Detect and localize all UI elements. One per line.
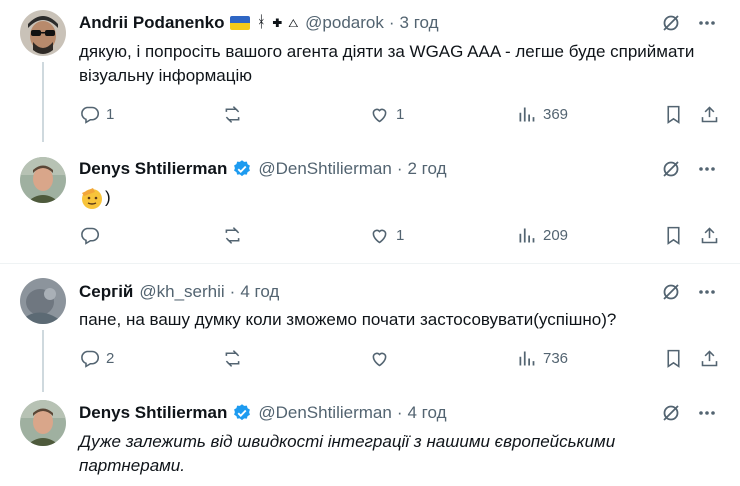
reply-icon [81, 227, 100, 245]
repost-button[interactable] [222, 348, 243, 369]
grok-icon[interactable] [660, 158, 682, 180]
bookmark-icon [667, 349, 680, 368]
tweet-header: Denys Shtilierman @DenShtilierman · 2 го… [79, 158, 447, 180]
views-button[interactable]: 736 [516, 348, 568, 369]
share-button[interactable] [699, 225, 720, 246]
timestamp[interactable]: 4 год [407, 403, 446, 423]
like-icon [372, 108, 387, 123]
like-button[interactable] [369, 348, 390, 369]
author-name[interactable]: Denys Shtilierman [79, 159, 227, 179]
bookmark-icon [667, 226, 680, 245]
author-name[interactable]: Denys Shtilierman [79, 403, 227, 423]
avatar[interactable] [20, 10, 66, 56]
tweet-actions: 1 209 [79, 225, 723, 249]
tweet-text: дякую, і попросіть вашого агента діяти з… [79, 42, 695, 85]
like-button[interactable]: 1 [369, 104, 404, 125]
author-handle[interactable]: @DenShtilierman [258, 403, 391, 423]
avatar[interactable] [20, 157, 66, 203]
reply-icon [81, 350, 100, 368]
share-button[interactable] [699, 104, 720, 125]
grok-icon[interactable] [660, 12, 682, 34]
repost-button[interactable] [222, 104, 243, 125]
views-count: 369 [543, 106, 569, 123]
tweet-top-actions [660, 402, 718, 424]
more-icon[interactable] [696, 402, 718, 424]
verified-badge-icon [234, 160, 251, 177]
timestamp[interactable]: 3 год [400, 13, 439, 33]
reply-button[interactable]: 2 [79, 348, 114, 369]
like-count: 1 [396, 106, 405, 123]
emoji-saluting-face-icon [82, 188, 102, 209]
tweet-actions: 1 1 369 [79, 104, 723, 128]
author-name[interactable]: Сергій [79, 282, 133, 302]
reply-button[interactable]: 1 [79, 104, 114, 125]
grok-icon[interactable] [660, 402, 682, 424]
views-icon [519, 107, 535, 122]
ukraine-flag-icon [230, 16, 251, 30]
views-count: 209 [543, 227, 569, 244]
grok-icon[interactable] [660, 281, 682, 303]
share-icon [701, 350, 718, 367]
more-icon[interactable] [696, 158, 718, 180]
bookmark-button[interactable] [663, 104, 684, 125]
tweet-text-wrap: ) [79, 185, 699, 211]
verified-badge-icon [234, 404, 251, 421]
share-icon [701, 106, 718, 123]
avatar[interactable] [20, 278, 66, 324]
like-icon [372, 352, 387, 367]
more-icon[interactable] [696, 12, 718, 34]
tweet-header: Andrii Podanenko ᚼ ✚ △ @podarok · 3 год [79, 12, 439, 34]
tweet-actions: 2 736 [79, 348, 723, 372]
separator-dot: · [388, 13, 395, 32]
tweet-header: Сергій @kh_serhii · 4 год [79, 281, 279, 303]
tweet-top-actions [660, 281, 718, 303]
tweet-podarok[interactable]: Andrii Podanenko ᚼ ✚ △ @podarok · 3 год … [0, 0, 740, 142]
views-button[interactable]: 209 [516, 225, 568, 246]
bookmark-button[interactable] [663, 225, 684, 246]
repost-icon [225, 106, 240, 123]
repost-icon [225, 350, 240, 367]
timestamp[interactable]: 2 год [407, 159, 446, 179]
avatar[interactable] [20, 400, 66, 446]
author-handle[interactable]: @kh_serhii [139, 282, 224, 302]
author-handle[interactable]: @podarok [305, 13, 384, 33]
views-count: 736 [543, 350, 569, 367]
name-symbols: ᚼ ✚ △ [256, 14, 300, 31]
reply-count: 2 [106, 350, 115, 367]
timestamp[interactable]: 4 год [240, 282, 279, 302]
tweet-top-actions [660, 158, 718, 180]
views-icon [519, 351, 535, 366]
bookmark-icon [667, 105, 680, 124]
repost-icon [225, 227, 240, 244]
views-icon [519, 228, 535, 243]
share-icon [701, 227, 718, 244]
tweet-header: Denys Shtilierman @DenShtilierman · 4 го… [79, 402, 447, 424]
tweet-text: Дуже залежить від швидкості інтеграції з… [79, 432, 616, 475]
tweet-text: пане, на вашу думку коли зможемо почати … [79, 310, 617, 329]
tweet-denshtilierman-answer[interactable]: Denys Shtilierman @DenShtilierman · 4 го… [0, 392, 740, 486]
views-button[interactable]: 369 [516, 104, 568, 125]
reply-button[interactable] [79, 225, 100, 246]
like-icon [372, 229, 387, 244]
tweet-kh-serhii[interactable]: Сергій @kh_serhii · 4 год пане, на вашу … [0, 264, 740, 392]
share-button[interactable] [699, 348, 720, 369]
bookmark-button[interactable] [663, 348, 684, 369]
author-handle[interactable]: @DenShtilierman [258, 159, 391, 179]
separator-dot: · [396, 159, 403, 178]
separator-dot: · [229, 282, 236, 301]
repost-button[interactable] [222, 225, 243, 246]
tweet-text: ) [105, 187, 111, 207]
thread-line [42, 330, 44, 392]
like-count: 1 [396, 227, 405, 244]
like-button[interactable]: 1 [369, 225, 404, 246]
more-icon[interactable] [696, 281, 718, 303]
separator-dot: · [396, 403, 403, 422]
tweet-denshtilierman-reply[interactable]: Denys Shtilierman @DenShtilierman · 2 го… [0, 145, 740, 263]
reply-icon [81, 106, 100, 124]
thread-line [42, 62, 44, 142]
tweet-top-actions [660, 12, 718, 34]
reply-count: 1 [106, 106, 115, 123]
author-name[interactable]: Andrii Podanenko [79, 13, 224, 33]
